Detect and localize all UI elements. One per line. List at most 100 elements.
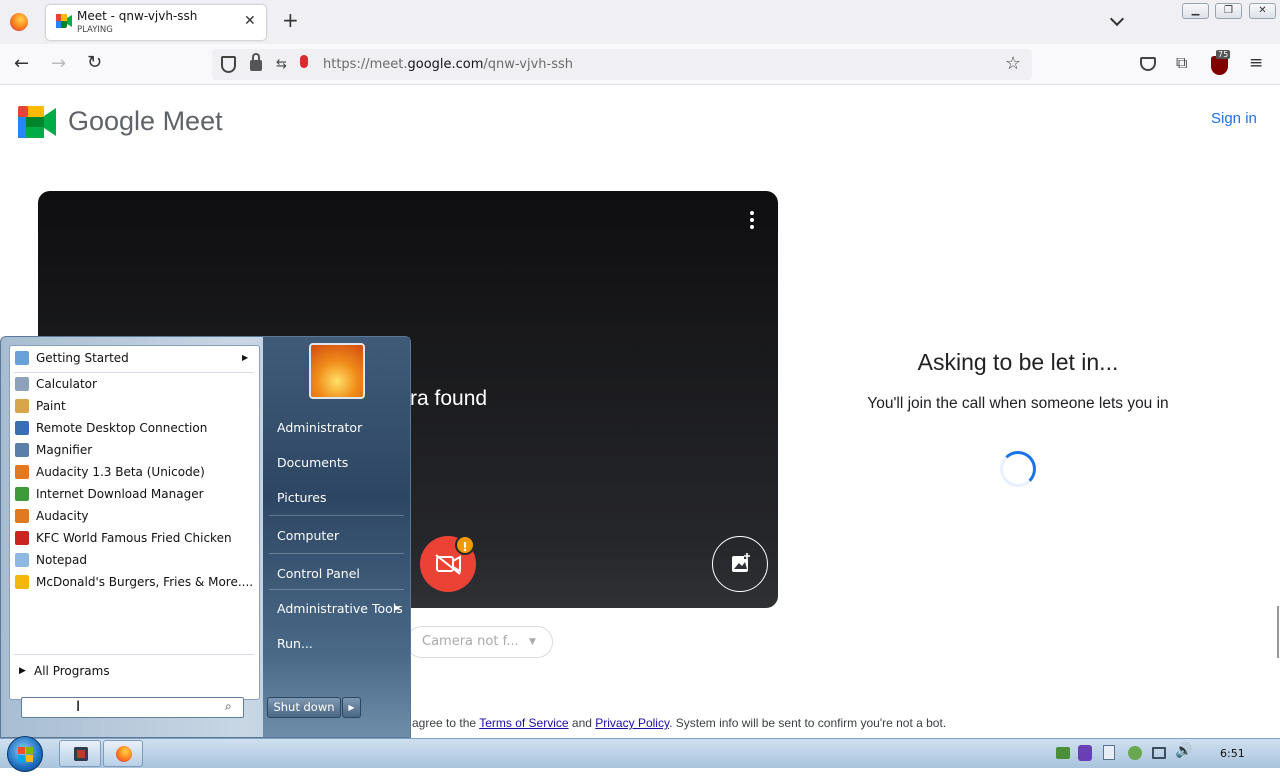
admin-tools-arrow-icon: ▶ xyxy=(394,603,401,612)
close-tab-icon[interactable]: ✕ xyxy=(244,13,256,29)
app-1-icon xyxy=(74,747,88,761)
program-item[interactable]: McDonald's Burgers, Fries & More.... xyxy=(10,571,259,593)
places-item[interactable]: Control Panel xyxy=(277,566,360,581)
places-item[interactable]: Computer xyxy=(277,528,339,543)
program-item[interactable]: Audacity xyxy=(10,505,259,527)
loading-spinner-icon xyxy=(1000,451,1036,487)
camera-select[interactable]: Camera not f... ▼ xyxy=(406,626,553,658)
tray-flag-icon[interactable] xyxy=(1128,746,1142,760)
places-separator-2 xyxy=(269,553,404,554)
hamburger-menu-icon[interactable]: ≡ xyxy=(1249,53,1263,73)
bookmark-star-icon[interactable]: ☆ xyxy=(1005,53,1021,74)
url-scheme: https://meet. xyxy=(323,57,408,72)
url-bar[interactable]: ⇆ https://meet.google.com/qnw-vjvh-ssh ☆ xyxy=(212,49,1032,80)
tab-bar: Meet - qnw-vjvh-ssh PLAYING ✕ + ▁ ❐ ✕ xyxy=(0,0,1280,44)
terms-and: and xyxy=(571,716,592,730)
program-item-label: KFC World Famous Fried Chicken xyxy=(36,531,232,545)
taskbar-clock[interactable]: 6:51 xyxy=(1220,747,1245,760)
all-programs-item[interactable]: ▶ All Programs xyxy=(10,660,259,682)
program-item-label: Audacity xyxy=(36,509,89,523)
shut-down-button[interactable]: Shut down xyxy=(267,697,341,718)
mcdonalds-icon xyxy=(15,575,29,589)
visual-effects-button[interactable] xyxy=(712,536,768,592)
program-item[interactable]: Internet Download Manager xyxy=(10,483,259,505)
taskbar-firefox[interactable] xyxy=(103,740,143,767)
program-item[interactable]: Magnifier xyxy=(10,439,259,461)
url-text[interactable]: https://meet.google.com/qnw-vjvh-ssh xyxy=(323,57,573,72)
terms-footer: agree to the Terms of Service and Privac… xyxy=(412,716,946,730)
tray-volume-icon[interactable]: 🔊 xyxy=(1175,743,1192,759)
program-item[interactable]: Paint xyxy=(10,395,259,417)
back-icon[interactable]: ← xyxy=(14,53,29,74)
search-icon[interactable]: ⌕ xyxy=(225,699,232,714)
extensions-icon[interactable]: ⧉ xyxy=(1176,53,1187,73)
places-item[interactable]: Run... xyxy=(277,636,313,651)
program-item[interactable]: Notepad xyxy=(10,549,259,571)
camera-message: ra found xyxy=(410,387,488,410)
taskbar: 🔊 6:51 xyxy=(0,736,1280,772)
start-menu-programs-pane: Getting Started ▶ Calculator Paint Remote De… xyxy=(9,345,260,700)
url-path: /qnw-vjvh-ssh xyxy=(483,57,573,72)
pocket-icon[interactable] xyxy=(1140,57,1156,71)
start-menu-places-pane: Administrator Documents Pictures Computer Co… xyxy=(263,337,410,737)
terms-of-service-link[interactable]: Terms of Service xyxy=(479,716,568,730)
program-separator xyxy=(14,372,254,373)
meet-favicon xyxy=(56,14,72,28)
reload-icon[interactable]: ↻ xyxy=(87,52,102,73)
program-item[interactable]: Remote Desktop Connection xyxy=(10,417,259,439)
all-programs-label: All Programs xyxy=(34,664,110,678)
kfc-icon xyxy=(15,531,29,545)
program-item-label: Notepad xyxy=(36,553,87,567)
taskbar-app-1[interactable] xyxy=(59,740,101,767)
minimize-button[interactable]: ▁ xyxy=(1182,3,1209,19)
start-search-box[interactable]: ⌕ xyxy=(21,697,244,718)
program-item-label: Calculator xyxy=(36,377,97,391)
places-item[interactable]: Administrator xyxy=(277,420,362,435)
text-cursor-icon: I xyxy=(76,699,81,715)
terms-prefix: agree to the xyxy=(412,716,477,730)
tray-network-icon[interactable] xyxy=(1056,747,1070,759)
program-item-label: Paint xyxy=(36,399,66,413)
tracking-protection-icon[interactable] xyxy=(221,56,236,73)
sign-in-link[interactable]: Sign in xyxy=(1211,110,1257,127)
program-item[interactable]: Audacity 1.3 Beta (Unicode) xyxy=(10,461,259,483)
program-item-label: Getting Started xyxy=(36,351,129,365)
start-button[interactable] xyxy=(7,736,43,772)
new-tab-button[interactable]: + xyxy=(282,8,299,32)
places-item[interactable]: Administrative Tools xyxy=(277,601,403,616)
magnifier-icon xyxy=(15,443,29,457)
audacity-icon xyxy=(15,465,29,479)
program-item[interactable]: Calculator xyxy=(10,373,259,395)
page-scrollbar[interactable] xyxy=(1277,606,1279,658)
tab-playing-label: PLAYING xyxy=(77,25,113,35)
program-item[interactable]: Getting Started ▶ xyxy=(10,347,259,369)
places-separator-3 xyxy=(269,589,404,590)
shut-down-options-button[interactable]: ▶ xyxy=(342,697,361,718)
asking-subtitle: You'll join the call when someone lets y… xyxy=(867,395,1169,412)
tray-display-icon[interactable] xyxy=(1152,747,1166,759)
privacy-policy-link[interactable]: Privacy Policy xyxy=(595,716,669,730)
visual-effects-icon xyxy=(732,553,750,572)
microphone-icon[interactable] xyxy=(300,55,308,68)
remote-desktop-icon xyxy=(15,421,29,435)
more-options-icon[interactable] xyxy=(750,211,754,229)
program-item-label: McDonald's Burgers, Fries & More.... xyxy=(36,575,254,589)
close-window-button[interactable]: ✕ xyxy=(1249,3,1276,19)
list-all-tabs-icon[interactable] xyxy=(1109,11,1125,27)
tab-title: Meet - qnw-vjvh-ssh xyxy=(77,9,198,23)
notepad-icon xyxy=(15,553,29,567)
program-item[interactable]: KFC World Famous Fried Chicken xyxy=(10,527,259,549)
restore-button[interactable]: ❐ xyxy=(1215,3,1242,19)
tray-microphone-icon[interactable] xyxy=(1078,745,1092,761)
firefox-menu-icon[interactable] xyxy=(10,13,28,31)
program-item-label: Audacity 1.3 Beta (Unicode) xyxy=(36,465,205,479)
start-search-input[interactable] xyxy=(22,698,218,717)
permissions-icon[interactable]: ⇆ xyxy=(276,57,287,72)
places-item[interactable]: Documents xyxy=(277,455,348,470)
user-picture[interactable] xyxy=(309,343,365,399)
tab-meet[interactable]: Meet - qnw-vjvh-ssh PLAYING ✕ xyxy=(46,5,266,40)
forward-icon[interactable]: → xyxy=(51,53,66,74)
submenu-arrow-icon: ▶ xyxy=(242,353,249,362)
places-item[interactable]: Pictures xyxy=(277,490,327,505)
tray-document-icon[interactable] xyxy=(1103,745,1115,760)
